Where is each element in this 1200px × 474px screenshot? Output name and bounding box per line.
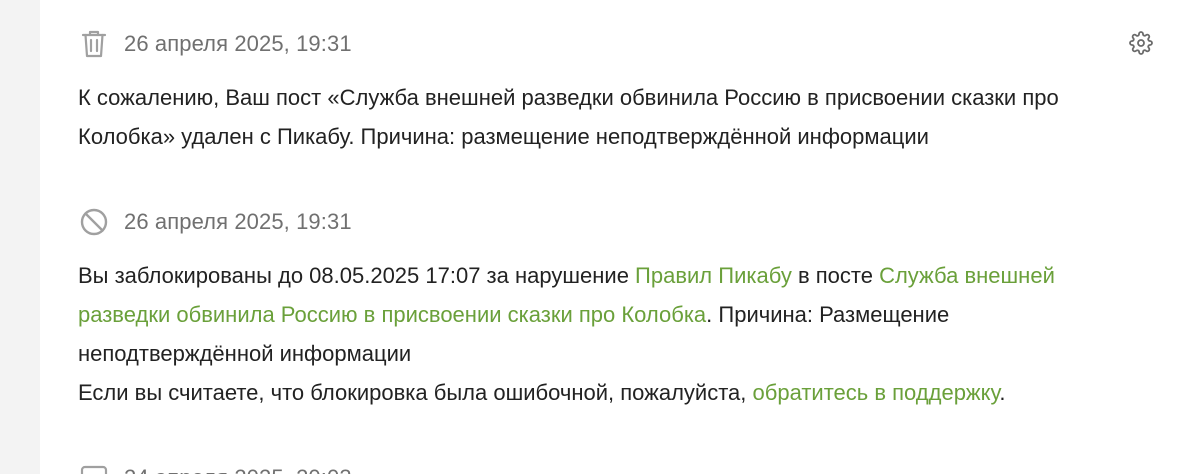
text-segment: Если вы считаете, что блокировка была ош… [78,380,753,405]
notification-icon [78,462,110,474]
post-link[interactable]: Служба внешней [879,263,1055,288]
notification-text-line: К сожалению, Ваш пост «Служба внешней ра… [78,85,1059,110]
notification-date: 26 апреля 2025, 19:31 [124,209,352,234]
notification-header: 24 апреля 2025, 20:03 [78,462,352,474]
notification-text-line: неподтверждённой информации [78,341,412,366]
settings-button[interactable] [1128,30,1154,56]
notification-text: Вы заблокированы до 08.05.2025 17:07 за … [78,256,1138,412]
notification-header: 26 апреля 2025, 19:31 [78,28,352,60]
notification-date: 26 апреля 2025, 19:31 [124,31,352,56]
notification-date: 24 апреля 2025, 20:03 [124,465,352,474]
notification-icon [78,28,110,60]
notification-text-line: Вы заблокированы до 08.05.2025 17:07 за … [78,256,1138,295]
support-link[interactable]: обратитесь в поддержку [753,380,1000,405]
post-link[interactable]: разведки обвинила Россию в присвоении ск… [78,302,706,327]
notification-text-line: разведки обвинила Россию в присвоении ск… [78,295,1138,334]
notifications-panel: 26 апреля 2025, 19:31 К сожалению, Ваш п… [40,0,1200,474]
notification-icon [78,206,110,238]
notification-text-line: Колобка» удален с Пикабу. Причина: разме… [78,124,929,149]
ban-icon [80,208,108,236]
text-segment: . [999,380,1006,405]
message-icon [80,465,108,474]
gear-icon [1129,31,1153,55]
notification-text: К сожалению, Ваш пост «Служба внешней ра… [78,78,1138,156]
text-segment: . Причина: Размещение [706,302,950,327]
notification-text-line: Если вы считаете, что блокировка была ош… [78,373,1138,412]
notification-header: 26 апреля 2025, 19:31 [78,206,352,238]
text-segment: Вы заблокированы до 08.05.2025 17:07 за … [78,263,636,288]
text-segment: в посте [791,263,880,288]
trash-icon [81,30,107,58]
rules-link[interactable]: Правил Пикабу [635,263,792,288]
